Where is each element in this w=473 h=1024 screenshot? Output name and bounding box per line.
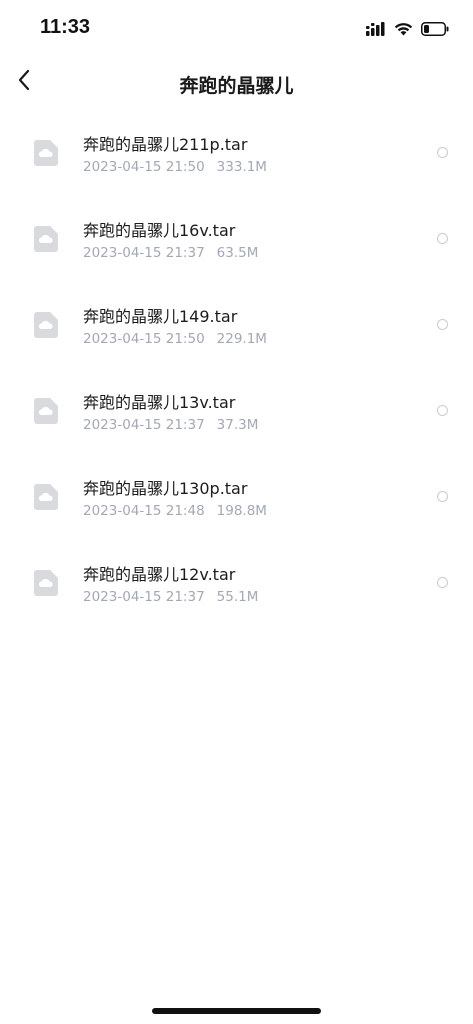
select-radio[interactable] (437, 491, 448, 502)
home-indicator[interactable] (152, 1008, 321, 1014)
file-name: 奔跑的晶骡儿12v.tar (83, 565, 236, 584)
select-radio[interactable] (437, 405, 448, 416)
file-meta: 2023-04-15 21:50 229.1M (83, 331, 267, 347)
file-list-item[interactable]: 奔跑的晶骡儿12v.tar 2023-04-15 21:37 55.1M (0, 541, 473, 627)
file-name: 奔跑的晶骡儿13v.tar (83, 393, 236, 412)
select-radio[interactable] (437, 147, 448, 158)
file-size: 229.1M (216, 331, 267, 347)
status-icons (366, 20, 449, 40)
battery-icon (421, 21, 449, 40)
file-list-item[interactable]: 奔跑的晶骡儿16v.tar 2023-04-15 21:37 63.5M (0, 197, 473, 283)
file-size: 333.1M (216, 159, 267, 175)
select-radio[interactable] (437, 319, 448, 330)
status-time: 11:33 (40, 16, 91, 38)
screen: 11:33 奔跑的晶骡儿 奔跑的晶骡儿211p.tar 2023-04-15 2… (0, 0, 473, 1024)
file-date: 2023-04-15 21:37 (83, 245, 205, 261)
nav-bar: 奔跑的晶骡儿 (0, 60, 473, 108)
cloud-file-icon (34, 398, 58, 424)
file-list-item[interactable]: 奔跑的晶骡儿130p.tar 2023-04-15 21:48 198.8M (0, 455, 473, 541)
file-date: 2023-04-15 21:50 (83, 159, 205, 175)
select-radio[interactable] (437, 577, 448, 588)
file-name: 奔跑的晶骡儿149.tar (83, 307, 238, 326)
wifi-icon (394, 21, 413, 40)
file-meta: 2023-04-15 21:48 198.8M (83, 503, 267, 519)
file-date: 2023-04-15 21:48 (83, 503, 205, 519)
file-date: 2023-04-15 21:50 (83, 331, 205, 347)
cloud-file-icon (34, 312, 58, 338)
file-name: 奔跑的晶骡儿211p.tar (83, 135, 248, 154)
file-list-item[interactable]: 奔跑的晶骡儿149.tar 2023-04-15 21:50 229.1M (0, 283, 473, 369)
file-size: 37.3M (216, 417, 259, 433)
file-name: 奔跑的晶骡儿16v.tar (83, 221, 236, 240)
file-meta: 2023-04-15 21:37 37.3M (83, 417, 258, 433)
file-list-item[interactable]: 奔跑的晶骡儿13v.tar 2023-04-15 21:37 37.3M (0, 369, 473, 455)
file-meta: 2023-04-15 21:37 63.5M (83, 245, 258, 261)
page-title: 奔跑的晶骡儿 (179, 75, 294, 97)
file-meta: 2023-04-15 21:50 333.1M (83, 159, 267, 175)
cellular-signal-icon (366, 21, 386, 40)
file-size: 55.1M (216, 589, 259, 605)
cloud-file-icon (34, 484, 58, 510)
file-size: 63.5M (216, 245, 259, 261)
select-radio[interactable] (437, 233, 448, 244)
file-size: 198.8M (216, 503, 267, 519)
file-meta: 2023-04-15 21:37 55.1M (83, 589, 258, 605)
file-list: 奔跑的晶骡儿211p.tar 2023-04-15 21:50 333.1M 奔跑… (0, 111, 473, 627)
file-date: 2023-04-15 21:37 (83, 589, 205, 605)
file-list-item[interactable]: 奔跑的晶骡儿211p.tar 2023-04-15 21:50 333.1M (0, 111, 473, 197)
file-date: 2023-04-15 21:37 (83, 417, 205, 433)
cloud-file-icon (34, 570, 58, 596)
cloud-file-icon (34, 140, 58, 166)
file-name: 奔跑的晶骡儿130p.tar (83, 479, 248, 498)
status-bar: 11:33 (0, 0, 473, 56)
cloud-file-icon (34, 226, 58, 252)
